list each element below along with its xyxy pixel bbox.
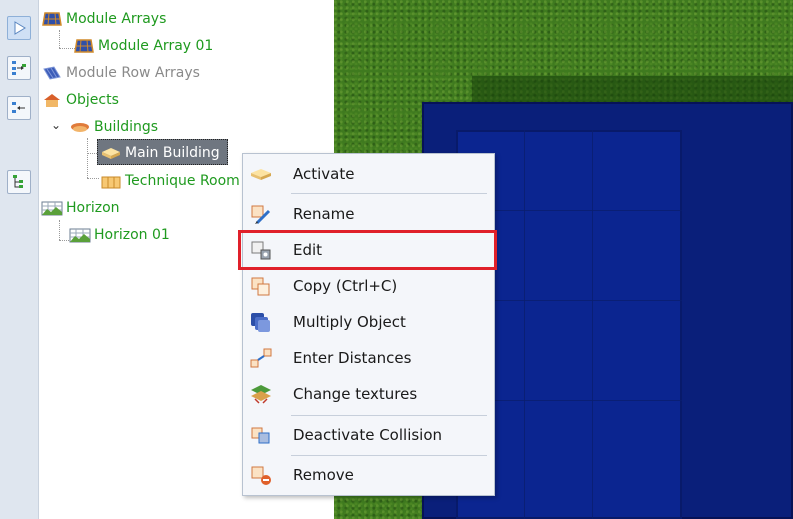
menu-item-label: Edit bbox=[293, 241, 323, 259]
tree-node-module-array-01[interactable]: Module Array 01 bbox=[73, 35, 213, 57]
menu-item-change-textures[interactable]: Change textures bbox=[243, 379, 494, 409]
activate-icon bbox=[248, 162, 274, 186]
expand-tree-icon bbox=[12, 61, 26, 75]
tree-node-module-arrays[interactable]: Module Arrays bbox=[41, 8, 166, 30]
tree-node-module-row-arrays[interactable]: Module Row Arrays bbox=[41, 62, 200, 84]
textures-icon bbox=[248, 382, 274, 406]
tree-node-label: Horizon 01 bbox=[94, 227, 170, 243]
menu-item-rename[interactable]: Rename bbox=[243, 199, 494, 229]
collision-icon bbox=[248, 423, 274, 447]
context-menu: Activate Rename Edit Copy (Ctrl+C) Multi… bbox=[242, 153, 495, 496]
solar-module-icon bbox=[73, 37, 95, 55]
building-block-icon bbox=[100, 144, 122, 162]
edit-icon bbox=[248, 238, 274, 262]
play-button[interactable] bbox=[7, 16, 31, 40]
menu-item-enter-distances[interactable]: Enter Distances bbox=[243, 343, 494, 373]
menu-item-label: Enter Distances bbox=[293, 349, 412, 367]
roof-grid-line bbox=[524, 130, 525, 519]
collapse-tree-button[interactable] bbox=[7, 96, 31, 120]
horizon-icon bbox=[69, 226, 91, 244]
tree-structure-button[interactable] bbox=[7, 170, 31, 194]
menu-item-label: Activate bbox=[293, 165, 355, 183]
module-row-icon bbox=[41, 64, 63, 82]
distances-icon bbox=[248, 346, 274, 370]
tree-node-label: Objects bbox=[66, 92, 119, 108]
tree-connector bbox=[59, 30, 60, 48]
rename-icon bbox=[248, 202, 274, 226]
menu-item-label: Copy (Ctrl+C) bbox=[293, 277, 398, 295]
menu-separator bbox=[291, 415, 487, 416]
menu-separator bbox=[291, 193, 487, 194]
menu-item-label: Rename bbox=[293, 205, 355, 223]
tree-node-technique-room[interactable]: Technique Room bbox=[100, 170, 240, 192]
tree-node-label: Module Array 01 bbox=[98, 38, 214, 54]
multiply-icon bbox=[248, 310, 274, 334]
tree-node-label: Buildings bbox=[94, 119, 159, 135]
menu-item-deactivate-collision[interactable]: Deactivate Collision bbox=[243, 420, 494, 450]
menu-item-label: Remove bbox=[293, 466, 354, 484]
tree-connector bbox=[87, 178, 99, 179]
tree-node-label: Horizon bbox=[66, 200, 120, 216]
menu-item-multiply-object[interactable]: Multiply Object bbox=[243, 307, 494, 337]
play-icon bbox=[14, 21, 26, 35]
tree-connector bbox=[59, 220, 60, 240]
tree-node-horizon-01[interactable]: Horizon 01 bbox=[69, 224, 170, 246]
collapse-tree-icon bbox=[12, 102, 25, 113]
roof-grid-line bbox=[592, 130, 593, 519]
menu-item-remove[interactable]: Remove bbox=[243, 460, 494, 490]
house-icon bbox=[41, 91, 63, 109]
tree-node-label: Technique Room bbox=[125, 173, 240, 189]
tree-node-buildings[interactable]: Buildings bbox=[69, 116, 158, 138]
copy-icon bbox=[248, 274, 274, 298]
tree-connector bbox=[87, 153, 97, 154]
tree-structure-icon bbox=[13, 175, 23, 188]
menu-item-label: Deactivate Collision bbox=[293, 426, 443, 444]
building-icon bbox=[69, 118, 91, 136]
tree-node-main-building[interactable]: Main Building bbox=[100, 142, 220, 164]
solar-module-icon bbox=[41, 10, 63, 28]
room-icon bbox=[100, 172, 122, 190]
tree-node-label: Module Row Arrays bbox=[66, 65, 200, 81]
menu-item-edit[interactable]: Edit bbox=[243, 235, 494, 265]
tree-node-label: Module Arrays bbox=[66, 11, 167, 27]
menu-item-label: Multiply Object bbox=[293, 313, 406, 331]
menu-item-activate[interactable]: Activate bbox=[243, 159, 494, 189]
tree-node-horizon[interactable]: Horizon bbox=[41, 197, 120, 219]
remove-icon bbox=[248, 463, 274, 487]
left-toolbar bbox=[0, 0, 39, 519]
expand-chevron-icon[interactable]: ⌄ bbox=[51, 118, 61, 132]
tree-node-objects[interactable]: Objects bbox=[41, 89, 119, 111]
menu-separator bbox=[291, 455, 487, 456]
menu-item-label: Change textures bbox=[293, 385, 418, 403]
tree-connector bbox=[87, 138, 88, 178]
expand-tree-button[interactable] bbox=[7, 56, 31, 80]
tree-node-label: Main Building bbox=[125, 145, 220, 161]
horizon-icon bbox=[41, 199, 63, 217]
menu-item-copy[interactable]: Copy (Ctrl+C) bbox=[243, 271, 494, 301]
